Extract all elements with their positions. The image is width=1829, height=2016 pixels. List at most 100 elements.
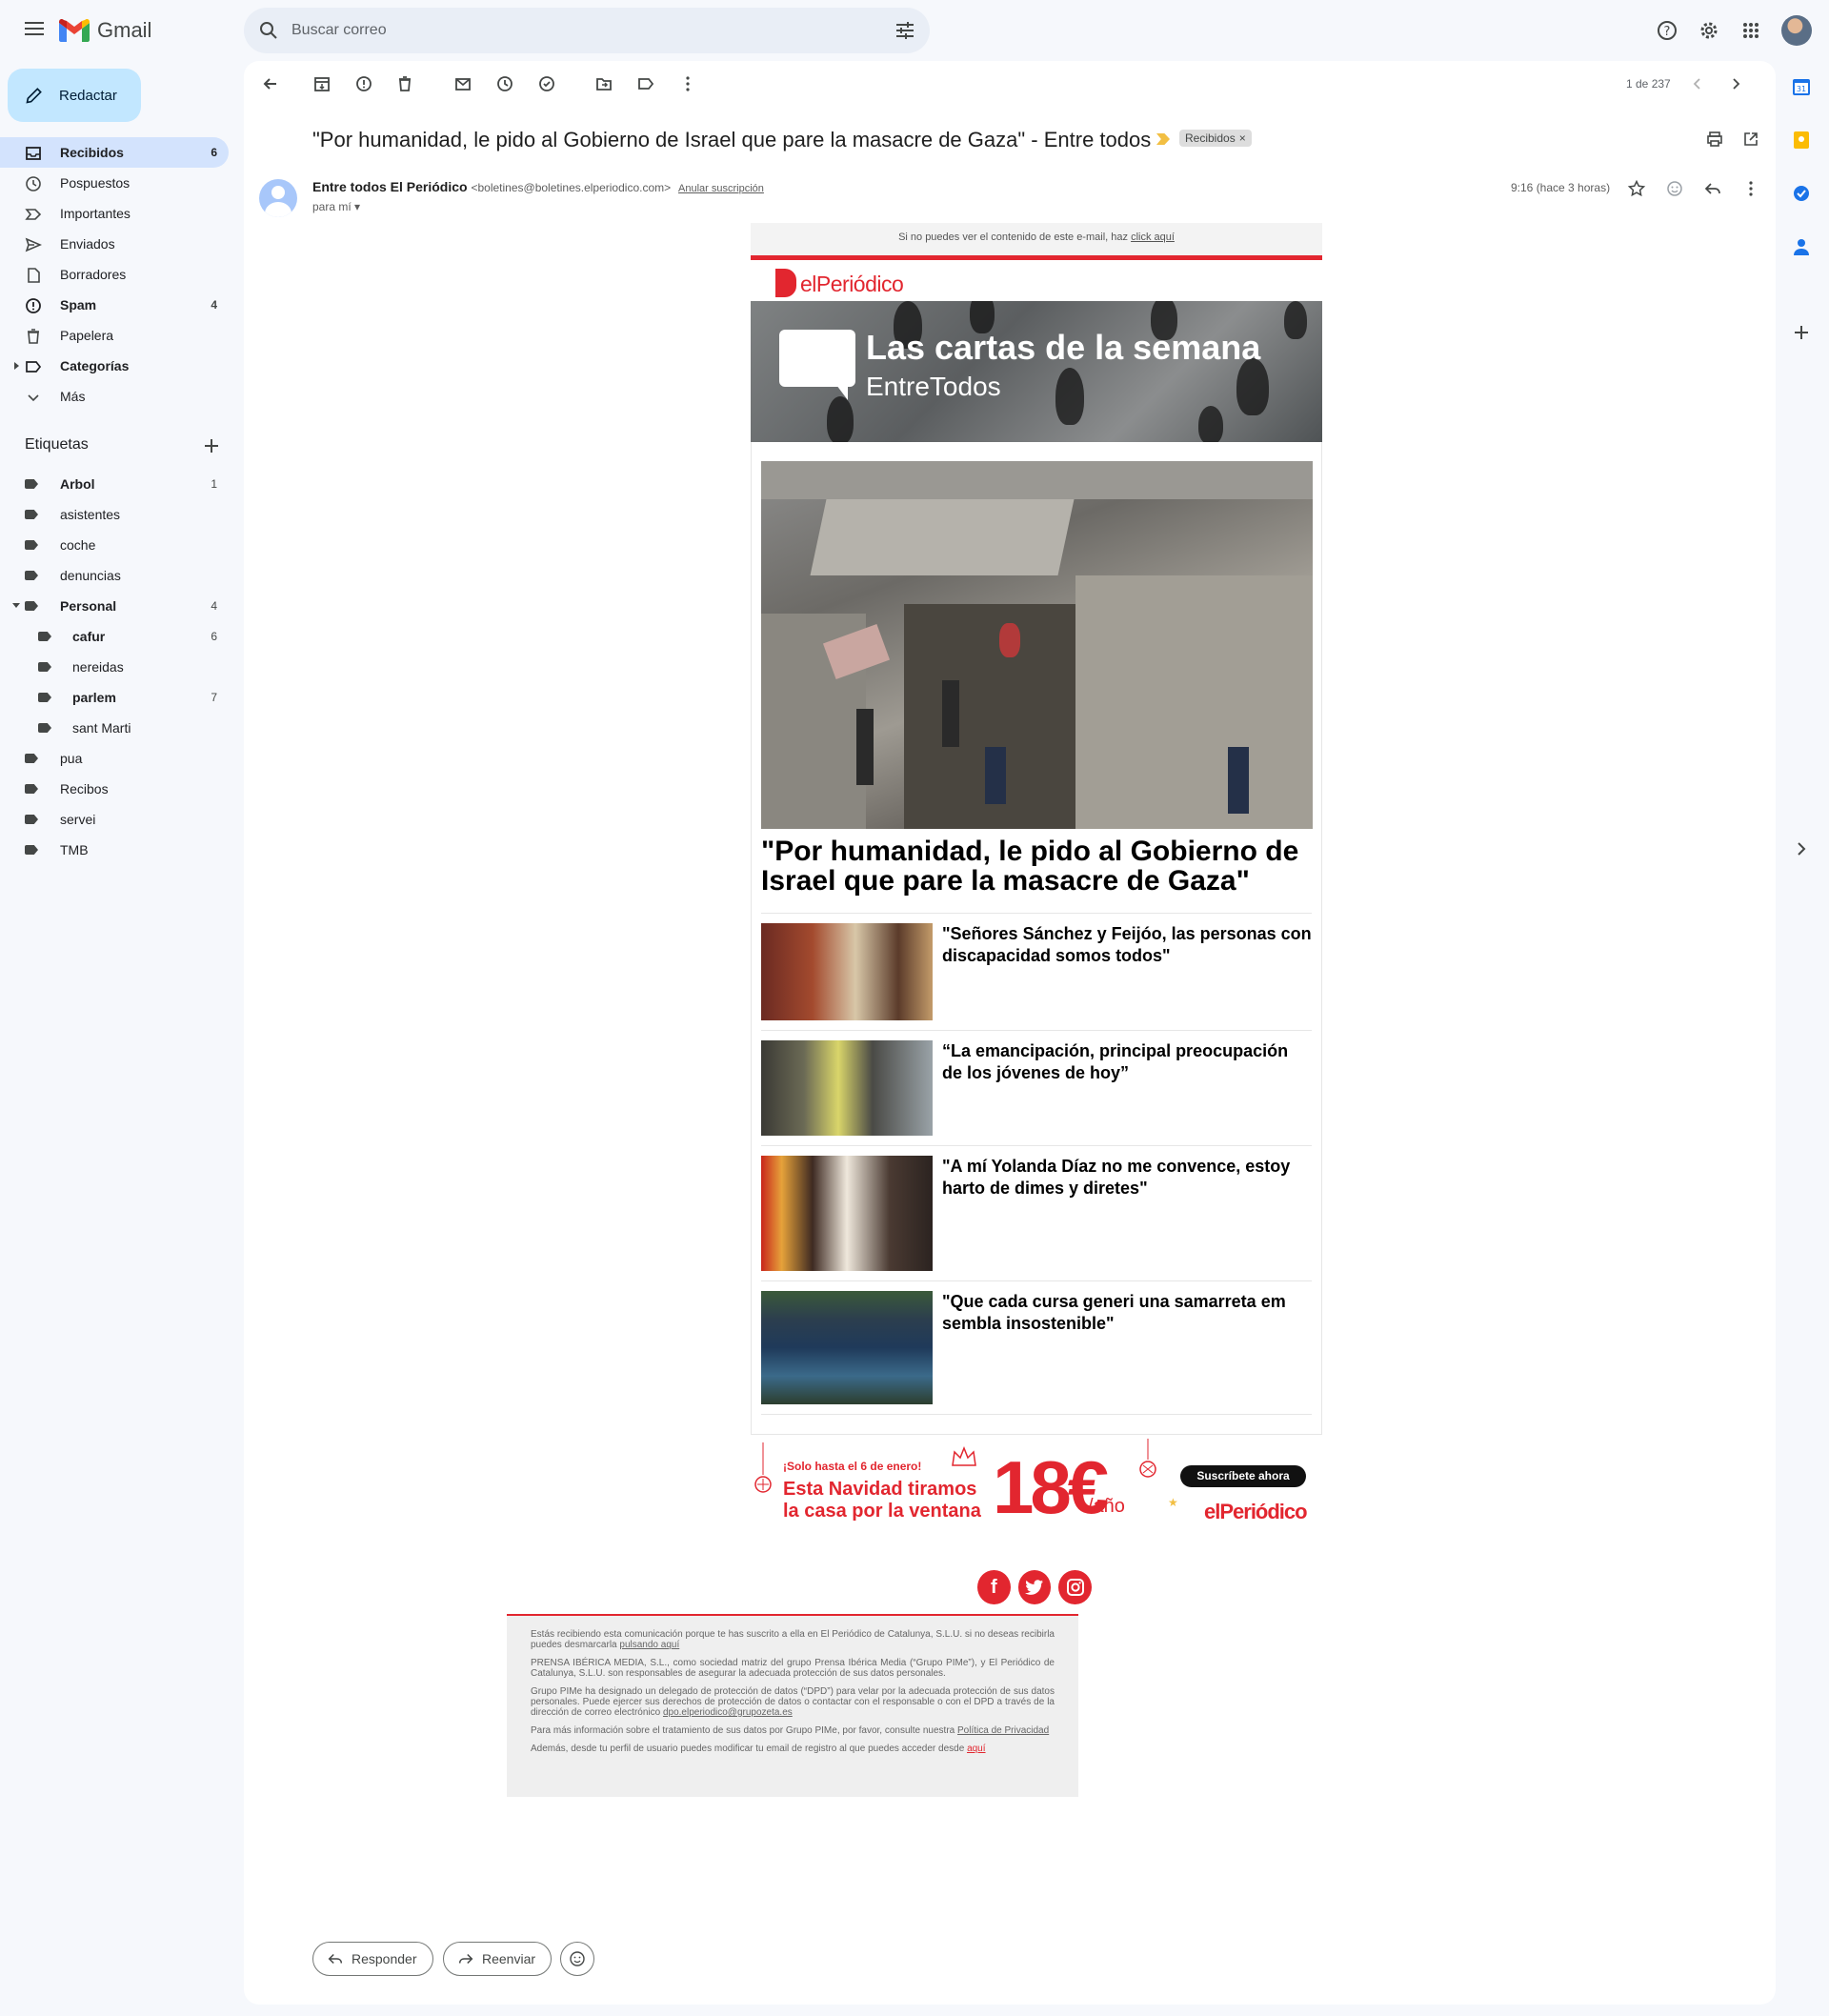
hero-headline[interactable]: "Por humanidad, le pido al Gobierno de I… — [761, 837, 1312, 914]
delete-icon[interactable] — [395, 74, 414, 93]
promo-headline: Esta Navidad tiramos la casa por la venta… — [783, 1479, 981, 1522]
label-item-nereidas[interactable]: nereidas — [0, 652, 244, 682]
sidebar-item-categorías[interactable]: Categorías — [0, 351, 229, 381]
facebook-icon[interactable]: f — [977, 1570, 1011, 1604]
main-menu-icon[interactable] — [23, 18, 46, 41]
keep-notes-icon[interactable] — [1791, 130, 1812, 151]
forward-button[interactable]: Reenviar — [443, 1942, 553, 1976]
unsubscribe-link[interactable]: Anular suscripción — [678, 183, 764, 194]
settings-gear-icon[interactable] — [1698, 19, 1720, 42]
sidebar-item-borradores[interactable]: Borradores — [0, 259, 229, 290]
search-bar[interactable]: Buscar correo — [244, 8, 930, 53]
chip-remove-icon[interactable]: × — [1239, 131, 1246, 145]
story-thumbnail[interactable] — [761, 923, 933, 1020]
sender-avatar[interactable] — [259, 179, 297, 217]
label-item-servei[interactable]: servei — [0, 804, 244, 835]
emoji-reaction-icon[interactable] — [1665, 179, 1684, 198]
label-item-recibos[interactable]: Recibos — [0, 774, 244, 804]
story-thumbnail[interactable] — [761, 1040, 933, 1136]
reply-icon[interactable] — [1703, 179, 1722, 198]
label-item-tmb[interactable]: TMB — [0, 835, 244, 865]
recipient-details[interactable]: para mí ▾ — [312, 200, 360, 213]
story-thumbnail[interactable] — [761, 1156, 933, 1271]
reply-label: Responder — [352, 1951, 417, 1966]
twitter-icon[interactable] — [1017, 1570, 1052, 1604]
search-icon[interactable] — [257, 19, 280, 42]
sidebar-item-pospuestos[interactable]: Pospuestos — [0, 168, 229, 198]
privacy-policy-link[interactable]: Política de Privacidad — [957, 1725, 1049, 1736]
search-input[interactable]: Buscar correo — [291, 22, 387, 39]
label-item-sant-marti[interactable]: sant Marti — [0, 713, 244, 743]
label-item-personal[interactable]: Personal 4 — [0, 591, 244, 621]
subscription-promo[interactable]: ¡Solo hasta el 6 de enero! Esta Navidad … — [751, 1435, 1322, 1559]
help-icon[interactable]: ? — [1656, 19, 1678, 42]
importance-marker-icon[interactable] — [1156, 133, 1170, 145]
view-online-link[interactable]: click aquí — [1131, 232, 1175, 243]
label-item-pua[interactable]: pua — [0, 743, 244, 774]
show-side-panel-chevron-icon[interactable] — [1791, 838, 1812, 859]
back-arrow-icon[interactable] — [261, 74, 280, 93]
older-chevron-icon[interactable] — [1726, 74, 1745, 93]
instagram-icon[interactable] — [1058, 1570, 1093, 1604]
newsletter-logo[interactable]: elPeriódico — [751, 260, 1322, 301]
sidebar-item-recibidos[interactable]: Recibidos 6 — [0, 137, 229, 168]
story-item[interactable]: "Señores Sánchez y Feijóo, las personas … — [761, 914, 1312, 1031]
get-addons-plus-icon[interactable] — [1791, 322, 1812, 343]
add-label-icon[interactable] — [202, 436, 221, 455]
story-headline[interactable]: "Señores Sánchez y Feijóo, las personas … — [942, 923, 1312, 1020]
newer-chevron-icon[interactable] — [1688, 74, 1707, 93]
contacts-icon[interactable] — [1791, 236, 1812, 257]
hero-image[interactable] — [761, 461, 1313, 829]
reply-button[interactable]: Responder — [312, 1942, 433, 1976]
inbox-label-chip[interactable]: Recibidos × — [1179, 130, 1252, 147]
label-item-asistentes[interactable]: asistentes — [0, 499, 244, 530]
archive-icon[interactable] — [312, 74, 332, 93]
sidebar-item-papelera[interactable]: Papelera — [0, 320, 229, 351]
profile-here-link[interactable]: aquí — [967, 1744, 985, 1754]
snooze-clock-icon[interactable] — [495, 74, 514, 93]
label-item-coche[interactable]: coche — [0, 530, 244, 560]
report-spam-icon[interactable] — [354, 74, 373, 93]
dpo-email-link[interactable]: dpo.elperiodico@grupozeta.es — [663, 1707, 793, 1718]
sidebar-item-enviados[interactable]: Enviados — [0, 229, 229, 259]
story-item[interactable]: "Que cada cursa generi una samarreta em … — [761, 1281, 1312, 1415]
search-options-icon[interactable] — [894, 19, 916, 42]
section-banner[interactable]: Las cartas de la semana EntreTodos — [751, 301, 1322, 442]
print-icon[interactable] — [1705, 130, 1724, 149]
compose-button[interactable]: Redactar — [8, 69, 141, 122]
label-name: sant Marti — [72, 720, 131, 736]
label-item-arbol[interactable]: Arbol 1 — [0, 469, 244, 499]
story-headline[interactable]: “La emancipación, principal preocupación… — [942, 1040, 1312, 1136]
emoji-react-button[interactable] — [560, 1942, 594, 1976]
sender-name[interactable]: Entre todos El Periódico — [312, 179, 468, 194]
mark-unread-icon[interactable] — [453, 74, 472, 93]
label-icon[interactable] — [636, 74, 655, 93]
subscribe-now-button[interactable]: Suscríbete ahora — [1180, 1465, 1306, 1487]
collapse-caret-icon[interactable] — [12, 603, 20, 608]
tasks-icon[interactable] — [1791, 183, 1812, 204]
story-item[interactable]: “La emancipación, principal preocupación… — [761, 1031, 1312, 1146]
open-new-window-icon[interactable] — [1741, 130, 1760, 149]
gmail-logo[interactable]: Gmail — [59, 15, 151, 46]
label-item-parlem[interactable]: parlem 7 — [0, 682, 244, 713]
move-to-icon[interactable] — [594, 74, 613, 93]
more-vert-icon[interactable] — [678, 74, 697, 93]
message-more-icon[interactable] — [1741, 179, 1760, 198]
expand-caret-icon[interactable] — [14, 362, 19, 370]
label-item-cafur[interactable]: cafur 6 — [0, 621, 244, 652]
label-item-denuncias[interactable]: denuncias — [0, 560, 244, 591]
calendar-icon[interactable]: 31 — [1791, 76, 1812, 97]
story-headline[interactable]: "A mí Yolanda Díaz no me convence, estoy… — [942, 1156, 1312, 1271]
story-headline[interactable]: "Que cada cursa generi una samarreta em … — [942, 1291, 1312, 1404]
star-icon[interactable] — [1627, 179, 1646, 198]
expand-details-icon[interactable]: ▾ — [354, 200, 360, 213]
unsubscribe-here-link[interactable]: pulsando aquí — [619, 1640, 679, 1650]
story-thumbnail[interactable] — [761, 1291, 933, 1404]
sidebar-item-más[interactable]: Más — [0, 381, 229, 412]
add-task-icon[interactable] — [537, 74, 556, 93]
apps-grid-icon[interactable] — [1739, 19, 1762, 42]
story-item[interactable]: "A mí Yolanda Díaz no me convence, estoy… — [761, 1146, 1312, 1281]
account-avatar[interactable] — [1781, 15, 1812, 46]
sidebar-item-spam[interactable]: Spam 4 — [0, 290, 229, 320]
sidebar-item-importantes[interactable]: Importantes — [0, 198, 229, 229]
